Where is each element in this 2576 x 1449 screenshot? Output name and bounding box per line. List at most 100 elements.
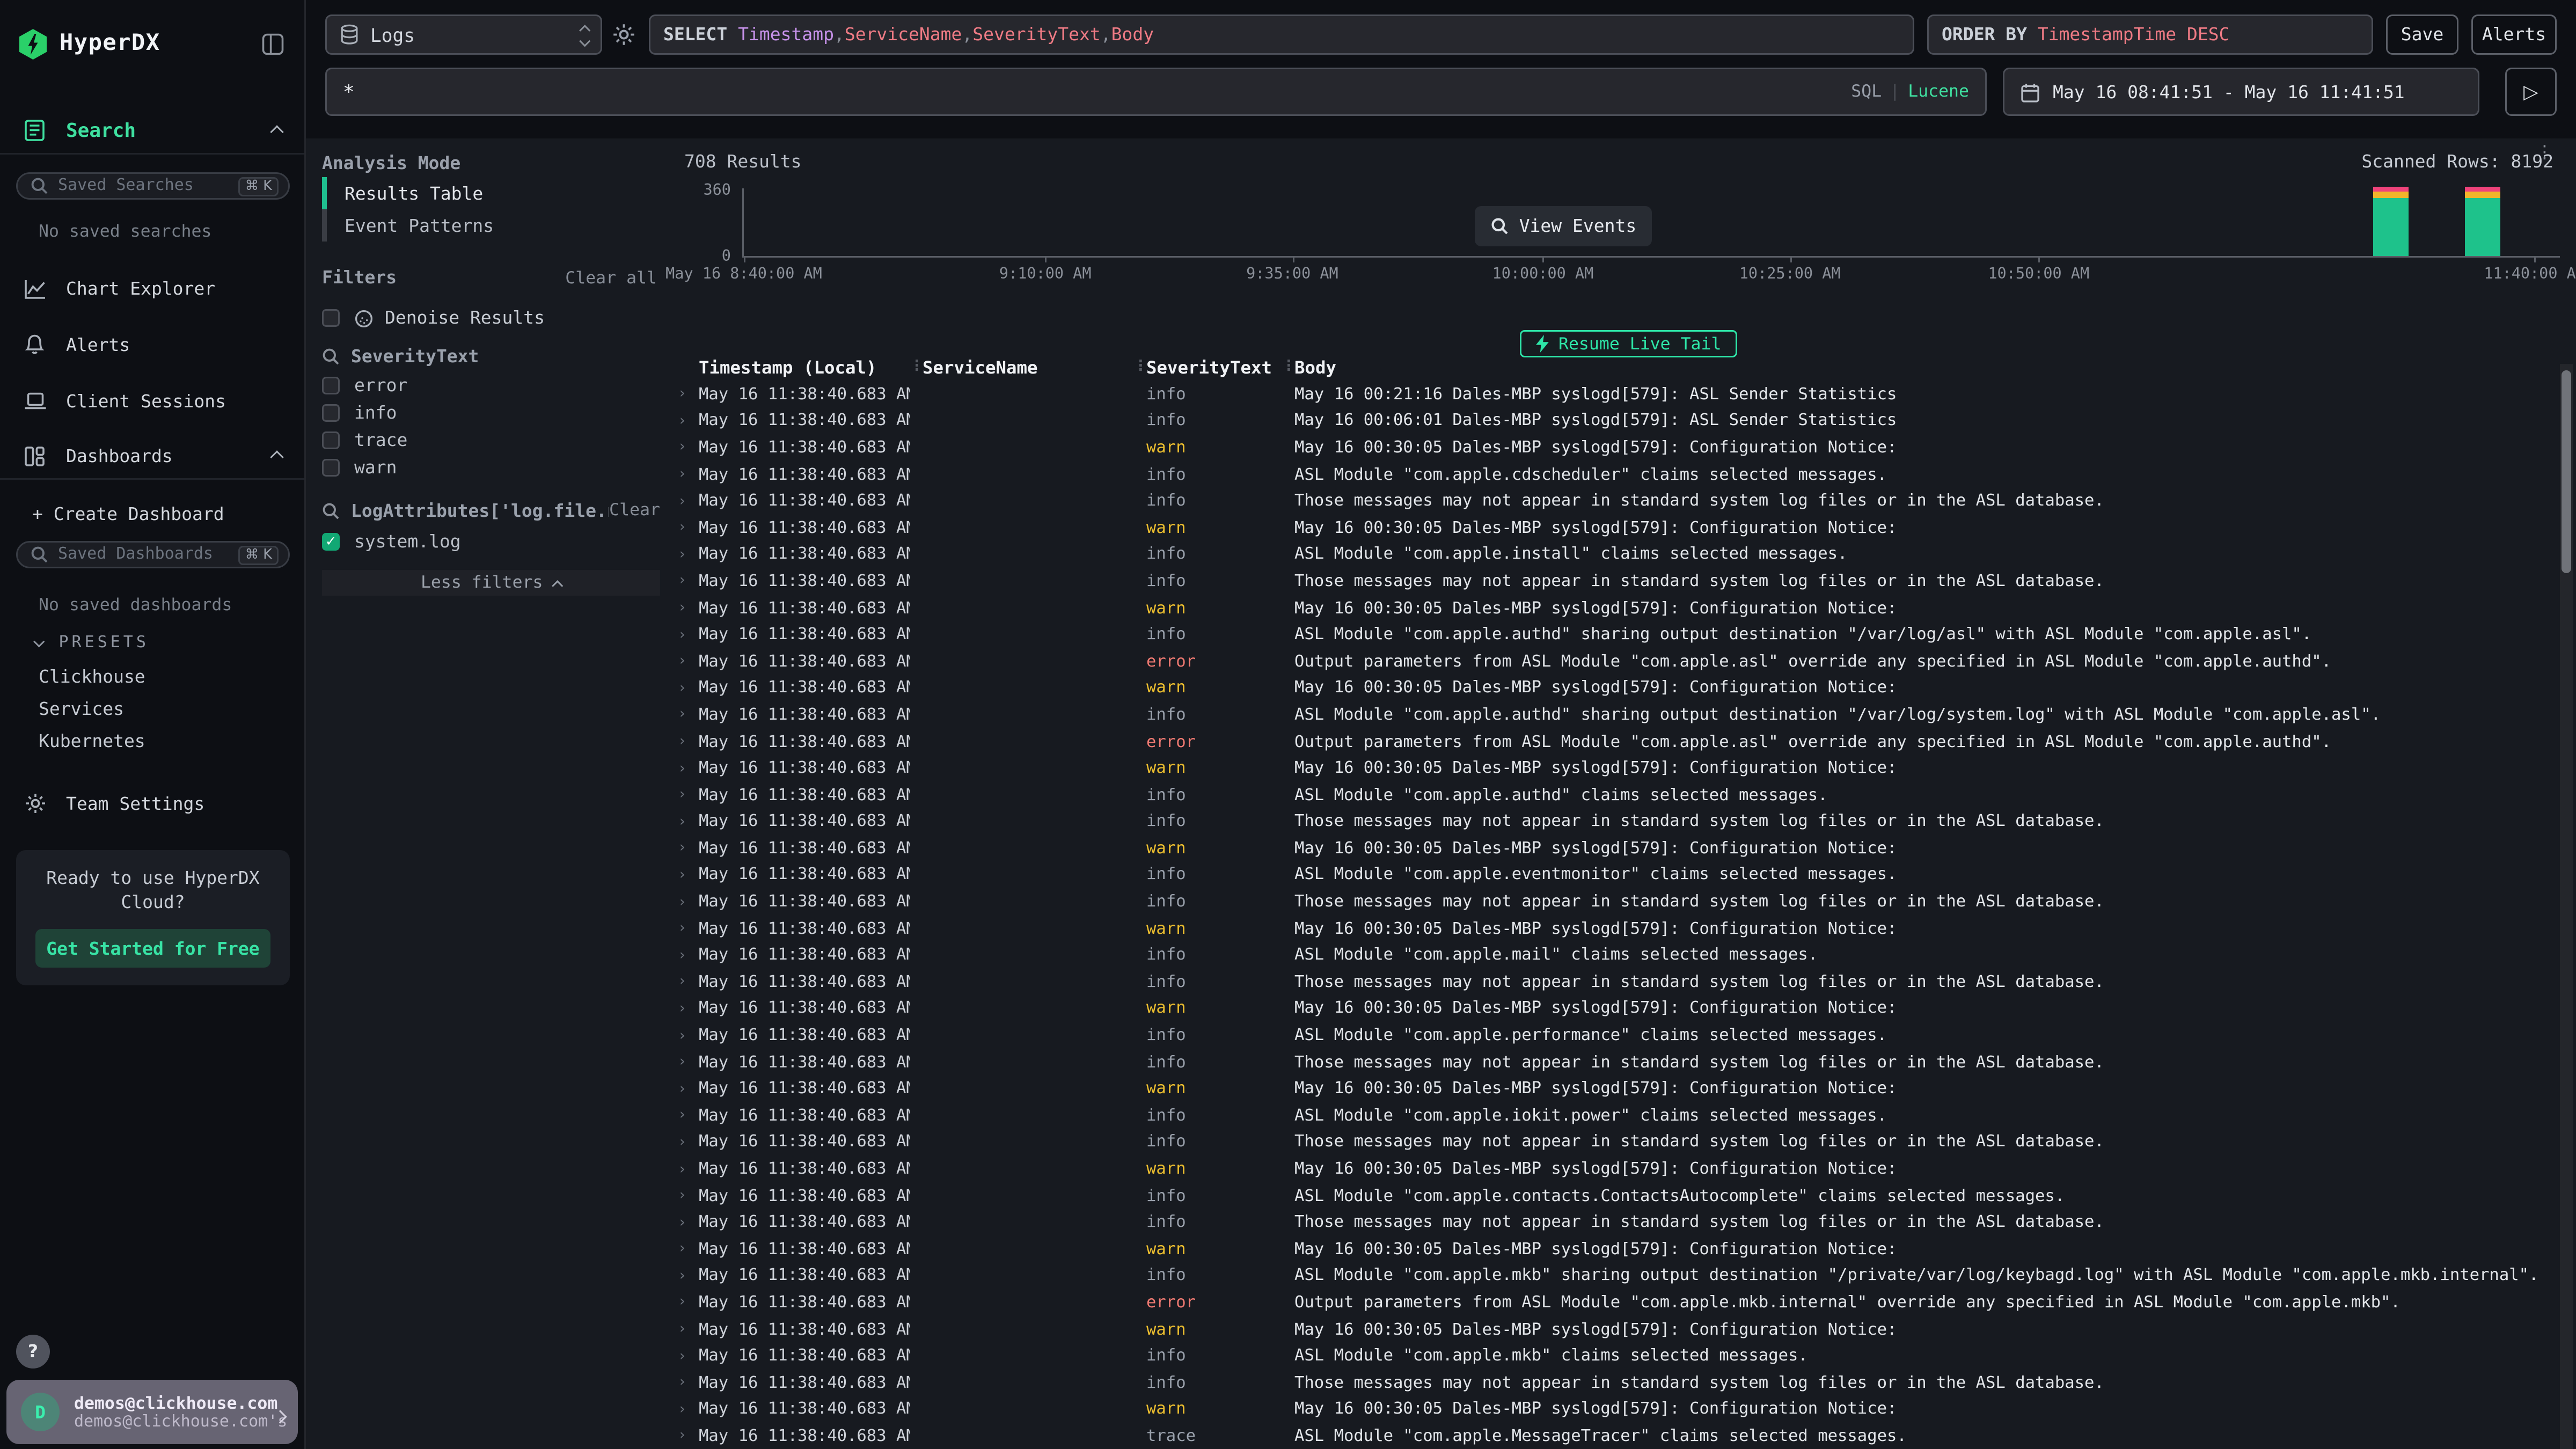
row-expand-chevron-icon[interactable]: ›: [673, 1001, 699, 1018]
table-row[interactable]: ›May 16 11:38:40.683 AMwarnMay 16 00:30:…: [673, 515, 2576, 542]
table-row[interactable]: ›May 16 11:38:40.683 AMwarnMay 16 00:30:…: [673, 435, 2576, 462]
presets-toggle[interactable]: PRESETS: [35, 634, 149, 652]
search-icon[interactable]: [322, 502, 340, 519]
histogram-bar[interactable]: [2373, 187, 2408, 256]
row-expand-chevron-icon[interactable]: ›: [673, 1188, 699, 1204]
search-icon[interactable]: [322, 347, 340, 365]
row-expand-chevron-icon[interactable]: ›: [673, 1322, 699, 1338]
table-row[interactable]: ›May 16 11:38:40.683 AMwarnMay 16 00:30:…: [673, 756, 2576, 782]
table-row[interactable]: ›May 16 11:38:40.683 AMinfoThose message…: [673, 488, 2576, 515]
less-filters-button[interactable]: Less filters: [322, 570, 660, 596]
table-row[interactable]: ›May 16 11:38:40.683 AMinfoASL Module "c…: [673, 702, 2576, 729]
row-expand-chevron-icon[interactable]: ›: [673, 440, 699, 456]
table-row[interactable]: ›May 16 11:38:40.683 AMinfoASL Module "c…: [673, 942, 2576, 969]
row-expand-chevron-icon[interactable]: ›: [673, 1402, 699, 1418]
saved-searches-input[interactable]: Saved Searches ⌘ K: [16, 172, 290, 200]
table-row[interactable]: ›May 16 11:38:40.683 AMwarnMay 16 00:30:…: [673, 595, 2576, 622]
user-menu[interactable]: D demos@clickhouse.com demos@clickhouse.…: [6, 1380, 298, 1444]
row-expand-chevron-icon[interactable]: ›: [673, 734, 699, 750]
analysis-mode-tab-event-patterns[interactable]: Event Patterns: [322, 209, 660, 241]
filter-option-system.log[interactable]: ✓system.log: [322, 530, 660, 554]
row-expand-chevron-icon[interactable]: ›: [673, 814, 699, 830]
column-resize-handle[interactable]: ⋮: [910, 359, 923, 375]
chevron-up-icon[interactable]: [272, 445, 282, 466]
source-settings-gear-icon[interactable]: [612, 23, 636, 47]
column-header-severitytext[interactable]: SeverityText: [1146, 357, 1282, 378]
preset-dashboard-clickhouse[interactable]: Clickhouse: [39, 667, 145, 692]
table-row[interactable]: ›May 16 11:38:40.683 AMinfoASL Module "c…: [673, 1023, 2576, 1050]
table-row[interactable]: ›May 16 11:38:40.683 AMinfoThose message…: [673, 969, 2576, 996]
table-row[interactable]: ›May 16 11:38:40.683 AMinfoASL Module "c…: [673, 1103, 2576, 1130]
facet-clear-link[interactable]: Clear: [609, 501, 660, 520]
create-dashboard-button[interactable]: + Create Dashboard: [0, 496, 304, 531]
checkbox[interactable]: [322, 404, 340, 422]
table-row[interactable]: ›May 16 11:38:40.683 AMinfoASL Module "c…: [673, 462, 2576, 488]
query-search-input[interactable]: * SQL|Lucene: [325, 68, 1987, 116]
sql-mode-label[interactable]: SQL: [1851, 82, 1882, 101]
table-row[interactable]: ›May 16 11:38:40.683 AMwarnMay 16 00:30:…: [673, 676, 2576, 702]
sidebar-item-search[interactable]: Search: [0, 113, 304, 148]
analysis-mode-tab-results-table[interactable]: Results Table: [322, 177, 660, 209]
checkbox[interactable]: ✓: [322, 533, 340, 551]
row-expand-chevron-icon[interactable]: ›: [673, 574, 699, 590]
column-resize-handle[interactable]: ⋮: [1282, 359, 1294, 375]
row-expand-chevron-icon[interactable]: ›: [673, 680, 699, 697]
histogram-bar[interactable]: [2465, 187, 2501, 256]
run-query-button[interactable]: ▷: [2505, 68, 2557, 116]
row-expand-chevron-icon[interactable]: ›: [673, 387, 699, 403]
table-row[interactable]: ›May 16 11:38:40.683 AMwarnMay 16 00:30:…: [673, 996, 2576, 1023]
query-language-toggle[interactable]: SQL|Lucene: [1851, 82, 1969, 101]
row-expand-chevron-icon[interactable]: ›: [673, 948, 699, 964]
table-options-kebab-icon[interactable]: ⋮: [2536, 142, 2553, 163]
table-row[interactable]: ›May 16 11:38:40.683 AMwarnMay 16 00:30:…: [673, 1397, 2576, 1424]
table-row[interactable]: ›May 16 11:38:40.683 AMinfoThose message…: [673, 809, 2576, 836]
denoise-results-option[interactable]: Denoise Results: [322, 306, 660, 330]
source-select[interactable]: Logs: [325, 14, 602, 55]
row-expand-chevron-icon[interactable]: ›: [673, 707, 699, 723]
lucene-mode-label[interactable]: Lucene: [1908, 82, 1969, 101]
checkbox[interactable]: [322, 309, 340, 327]
row-expand-chevron-icon[interactable]: ›: [673, 788, 699, 804]
row-expand-chevron-icon[interactable]: ›: [673, 414, 699, 430]
row-expand-chevron-icon[interactable]: ›: [673, 895, 699, 911]
clear-all-link[interactable]: Clear all: [565, 268, 657, 288]
table-row[interactable]: ›May 16 11:38:40.683 AMwarnMay 16 00:30:…: [673, 916, 2576, 943]
table-row[interactable]: ›May 16 11:38:40.683 AMinfoThose message…: [673, 1210, 2576, 1236]
row-expand-chevron-icon[interactable]: ›: [673, 601, 699, 617]
filter-option-warn[interactable]: warn: [322, 456, 660, 480]
checkbox[interactable]: [322, 377, 340, 394]
table-row[interactable]: ›May 16 11:38:40.683 AMinfoASL Module "c…: [673, 1183, 2576, 1210]
row-expand-chevron-icon[interactable]: ›: [673, 1108, 699, 1124]
checkbox[interactable]: [322, 459, 340, 477]
row-expand-chevron-icon[interactable]: ›: [673, 547, 699, 564]
table-row[interactable]: ›May 16 11:38:40.683 AMinfoASL Module "c…: [673, 622, 2576, 649]
sidebar-item-dashboards[interactable]: Dashboards: [0, 438, 304, 473]
table-row[interactable]: ›May 16 11:38:40.683 AMinfoThose message…: [673, 568, 2576, 595]
table-row[interactable]: ›May 16 11:38:40.683 AMwarnMay 16 00:30:…: [673, 836, 2576, 862]
table-row[interactable]: ›May 16 11:38:40.683 AMinfoMay 16 00:06:…: [673, 408, 2576, 435]
row-expand-chevron-icon[interactable]: ›: [673, 1028, 699, 1044]
saved-dashboards-input[interactable]: Saved Dashboards ⌘ K: [16, 541, 290, 568]
row-expand-chevron-icon[interactable]: ›: [673, 627, 699, 643]
table-row[interactable]: ›May 16 11:38:40.683 AMinfoASL Module "c…: [673, 1343, 2576, 1370]
column-header-timestamp[interactable]: Timestamp (Local): [699, 357, 910, 378]
table-row[interactable]: ›May 16 11:38:40.683 AMerrorOutput param…: [673, 1290, 2576, 1317]
table-row[interactable]: ›May 16 11:38:40.683 AMerrorOutput param…: [673, 649, 2576, 676]
row-expand-chevron-icon[interactable]: ›: [673, 1081, 699, 1097]
row-expand-chevron-icon[interactable]: ›: [673, 467, 699, 483]
get-started-button[interactable]: Get Started for Free: [35, 929, 270, 968]
alerts-button[interactable]: Alerts: [2471, 14, 2557, 55]
row-expand-chevron-icon[interactable]: ›: [673, 521, 699, 537]
table-row[interactable]: ›May 16 11:38:40.683 AMinfoThose message…: [673, 1050, 2576, 1077]
filter-option-trace[interactable]: trace: [322, 428, 660, 452]
row-expand-chevron-icon[interactable]: ›: [673, 868, 699, 884]
table-row[interactable]: ›May 16 11:38:40.683 AMinfoMay 16 00:21:…: [673, 382, 2576, 408]
save-button[interactable]: Save: [2386, 14, 2458, 55]
help-button[interactable]: ?: [16, 1335, 50, 1368]
filter-option-info[interactable]: info: [322, 401, 660, 425]
table-row[interactable]: ›May 16 11:38:40.683 AMwarnMay 16 00:30:…: [673, 1236, 2576, 1263]
preset-dashboard-services[interactable]: Services: [39, 699, 124, 724]
row-expand-chevron-icon[interactable]: ›: [673, 761, 699, 777]
table-row[interactable]: ›May 16 11:38:40.683 AMinfoASL Module "c…: [673, 782, 2576, 809]
row-expand-chevron-icon[interactable]: ›: [673, 841, 699, 857]
